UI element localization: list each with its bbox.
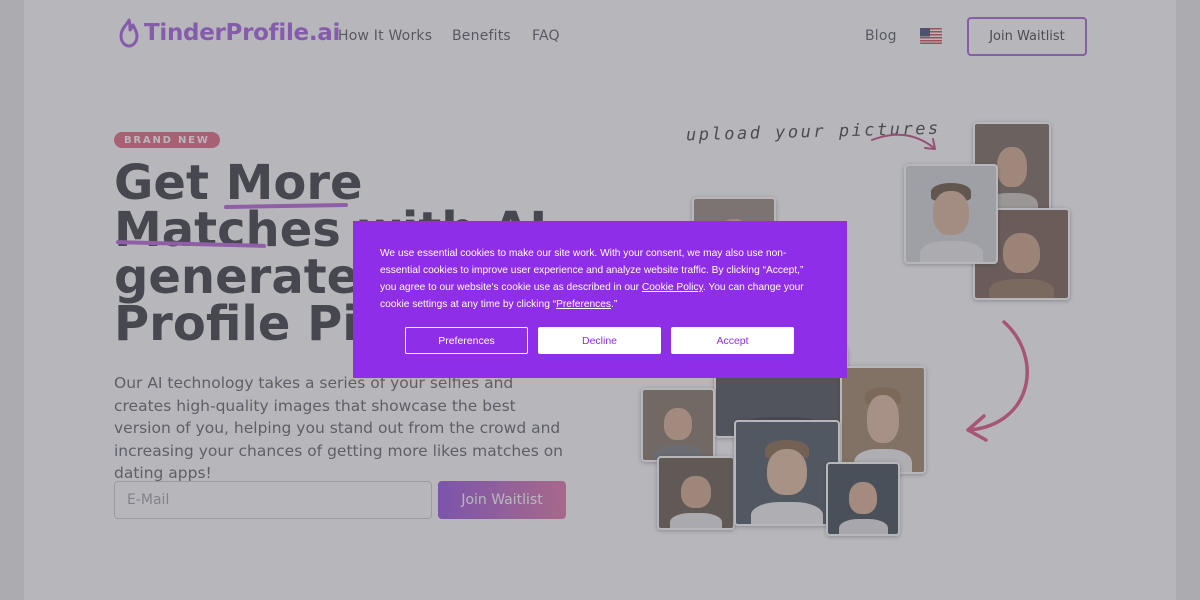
accept-button[interactable]: Accept: [671, 327, 794, 354]
decline-button[interactable]: Decline: [538, 327, 661, 354]
cookie-consent-text: We use essential cookies to make our sit…: [380, 245, 820, 313]
cookie-policy-link[interactable]: Cookie Policy: [642, 282, 703, 293]
cookie-consent-dialog: We use essential cookies to make our sit…: [353, 221, 847, 378]
cookie-text-part-3: .”: [611, 299, 618, 310]
preferences-link[interactable]: Preferences: [556, 299, 611, 310]
preferences-button[interactable]: Preferences: [405, 327, 528, 354]
